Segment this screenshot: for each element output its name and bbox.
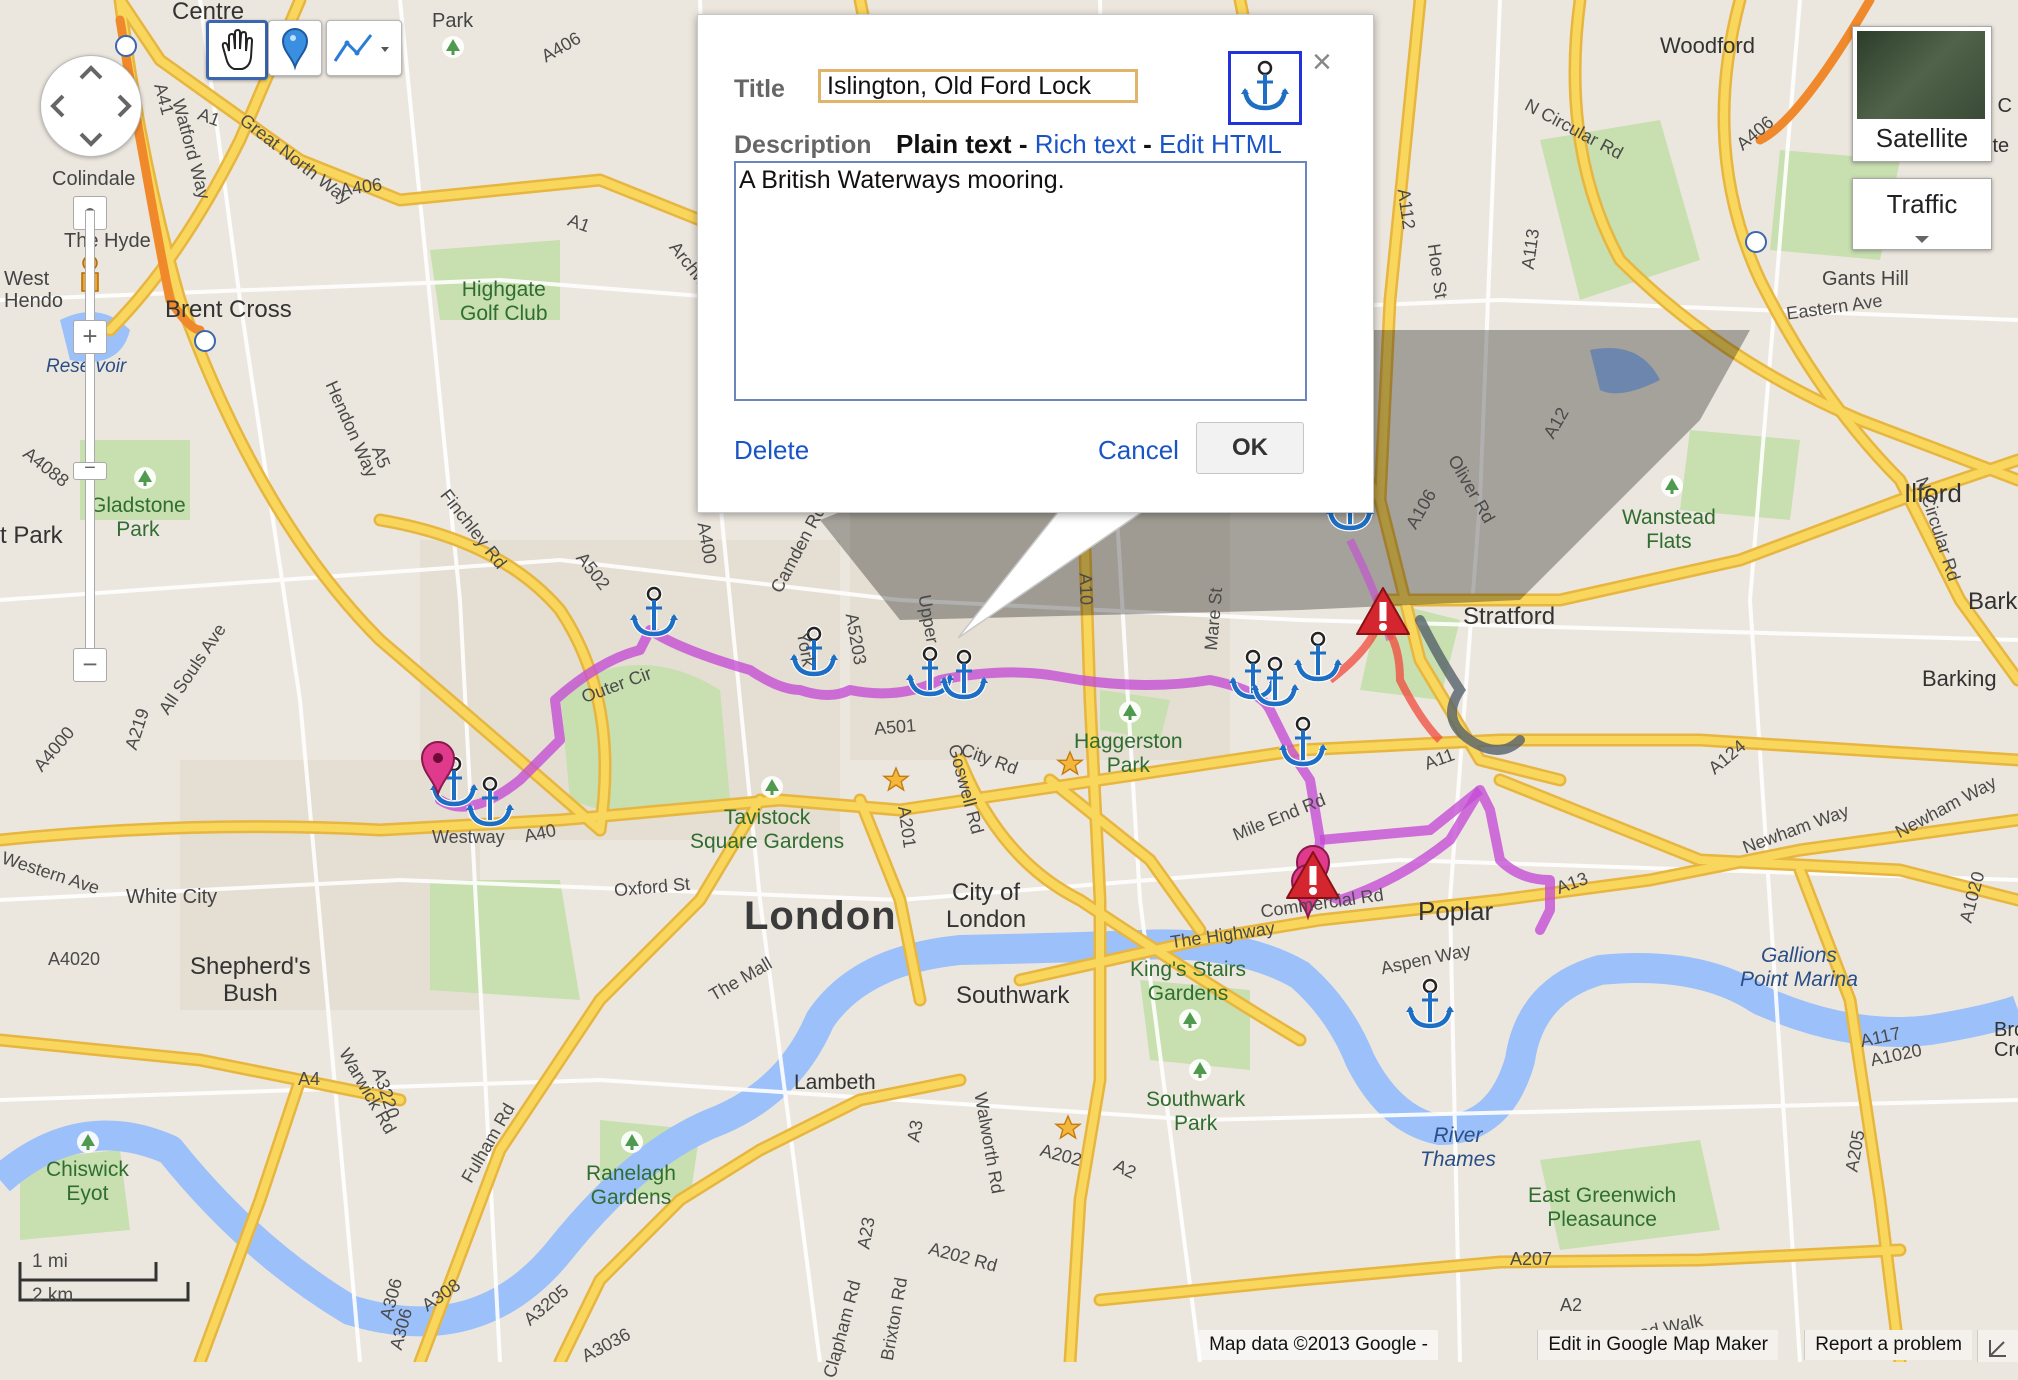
park-label: Gladstone Park <box>90 494 186 541</box>
place-label: The Hyde <box>64 230 151 252</box>
popup-tail <box>958 511 1143 639</box>
plain-text-mode[interactable]: Plain text <box>896 129 1012 159</box>
delete-link[interactable]: Delete <box>734 435 809 466</box>
park-icon <box>761 776 783 798</box>
anchor-icon <box>1231 54 1299 122</box>
placemark-editor: Title × Description Plain text - Rich te… <box>697 14 1374 513</box>
road-label: Westway <box>432 827 505 847</box>
road-label: A4020 <box>48 949 101 969</box>
draw-line-button[interactable] <box>326 20 402 76</box>
city-label: London <box>744 894 897 938</box>
place-label: Shepherd's Bush <box>190 953 311 1007</box>
report-problem-link[interactable]: Report a problem <box>1804 1330 1972 1360</box>
zoom-in-button[interactable]: + <box>73 320 107 354</box>
park-icon <box>77 1131 99 1153</box>
satellite-toggle[interactable]: Satellite <box>1852 26 1992 162</box>
park-label: Haggerston Park <box>1074 730 1183 777</box>
park-icon <box>1661 475 1683 497</box>
line-tool-icon <box>333 34 389 62</box>
traffic-toggle[interactable]: Traffic <box>1852 178 1992 250</box>
place-label: Poplar <box>1418 896 1494 926</box>
zoom-out-button[interactable]: − <box>73 648 107 682</box>
place-label: Lambeth <box>794 1071 876 1094</box>
rich-text-link[interactable]: Rich text <box>1035 129 1136 159</box>
park-label: Tavistock Square Gardens <box>690 806 845 853</box>
park-label: Chiswick Eyot <box>46 1158 129 1205</box>
placemark-icon <box>281 28 309 71</box>
traffic-label: Traffic <box>1886 189 1958 219</box>
park-label: Wanstead Flats <box>1622 506 1716 553</box>
satellite-label: Satellite <box>1875 123 1969 153</box>
park-icon <box>1179 1009 1201 1031</box>
scale-miles: 1 mi <box>32 1251 68 1272</box>
satellite-thumbnail <box>1857 31 1985 119</box>
expand-corner-icon[interactable] <box>1977 1330 2018 1362</box>
map-maker-link[interactable]: Edit in Google Map Maker <box>1537 1330 1778 1360</box>
chevron-down-icon <box>1915 236 1929 243</box>
road-label: A207 <box>1510 1249 1553 1269</box>
close-icon[interactable]: × <box>1312 45 1332 79</box>
place-label: Gants Hill <box>1822 268 1909 290</box>
place-label: Barking <box>1922 666 1997 691</box>
road-label: A2 <box>1560 1295 1583 1315</box>
park-icon <box>134 467 156 489</box>
title-input[interactable] <box>818 69 1138 103</box>
road-label: A3 <box>903 1118 927 1144</box>
icon-picker-button[interactable] <box>1228 51 1302 125</box>
place-label: Broad Cre <box>1994 1019 2018 1061</box>
park-icon <box>1189 1059 1211 1081</box>
pan-arrows-icon <box>50 65 132 147</box>
park-icon <box>1119 701 1141 723</box>
pan-tool-button[interactable] <box>206 20 268 80</box>
water-label: River Thames <box>1420 1124 1496 1171</box>
format-mode-row: Plain text - Rich text - Edit HTML <box>896 129 1282 160</box>
ok-button[interactable]: OK <box>1196 422 1304 474</box>
park-icon <box>442 36 464 58</box>
place-label: Woodford <box>1660 33 1755 58</box>
zoom-slider-handle[interactable]: − <box>73 458 107 480</box>
chevron-down-icon <box>381 47 389 52</box>
park-label: Ranelagh Gardens <box>586 1162 676 1209</box>
hand-icon <box>221 28 254 70</box>
place-label: West Hendo <box>4 268 63 313</box>
zoom-slider-track[interactable] <box>85 210 95 672</box>
separator: - <box>1018 129 1028 159</box>
edit-html-link[interactable]: Edit HTML <box>1159 129 1282 159</box>
description-textarea[interactable]: A British Waterways mooring. <box>734 161 1307 401</box>
park-label: Southwark Park <box>1146 1088 1246 1135</box>
park-label: King's Stairs Gardens <box>1130 958 1247 1005</box>
place-label: Colindale <box>52 168 136 190</box>
cancel-link[interactable]: Cancel <box>1098 435 1179 466</box>
map-attribution: Map data ©2013 Google - <box>1199 1330 1438 1360</box>
park-label: East Greenwich Pleasaunce <box>1528 1184 1677 1231</box>
place-label: Southwark <box>956 982 1070 1009</box>
pan-control[interactable] <box>40 55 142 157</box>
place-label: Barkin <box>1968 588 2018 615</box>
road-label: A4 <box>298 1069 321 1089</box>
place-label: City of London <box>946 879 1027 933</box>
road-label: A501 <box>873 715 917 739</box>
scale-km: 2 km <box>32 1285 74 1306</box>
park-label: Highgate Golf Club <box>460 278 548 325</box>
place-label: White City <box>126 886 218 908</box>
park-icon <box>621 1131 643 1153</box>
description-label: Description <box>734 131 872 159</box>
title-label: Title <box>734 75 785 103</box>
water-label: Gallions Point Marina <box>1740 944 1858 991</box>
add-placemark-button[interactable] <box>268 20 322 76</box>
place-label: Stratford <box>1463 603 1556 630</box>
place-label: t Park <box>0 522 63 549</box>
place-label: Park <box>432 10 474 32</box>
separator: - <box>1143 129 1152 159</box>
place-label: Brent Cross <box>165 296 292 323</box>
